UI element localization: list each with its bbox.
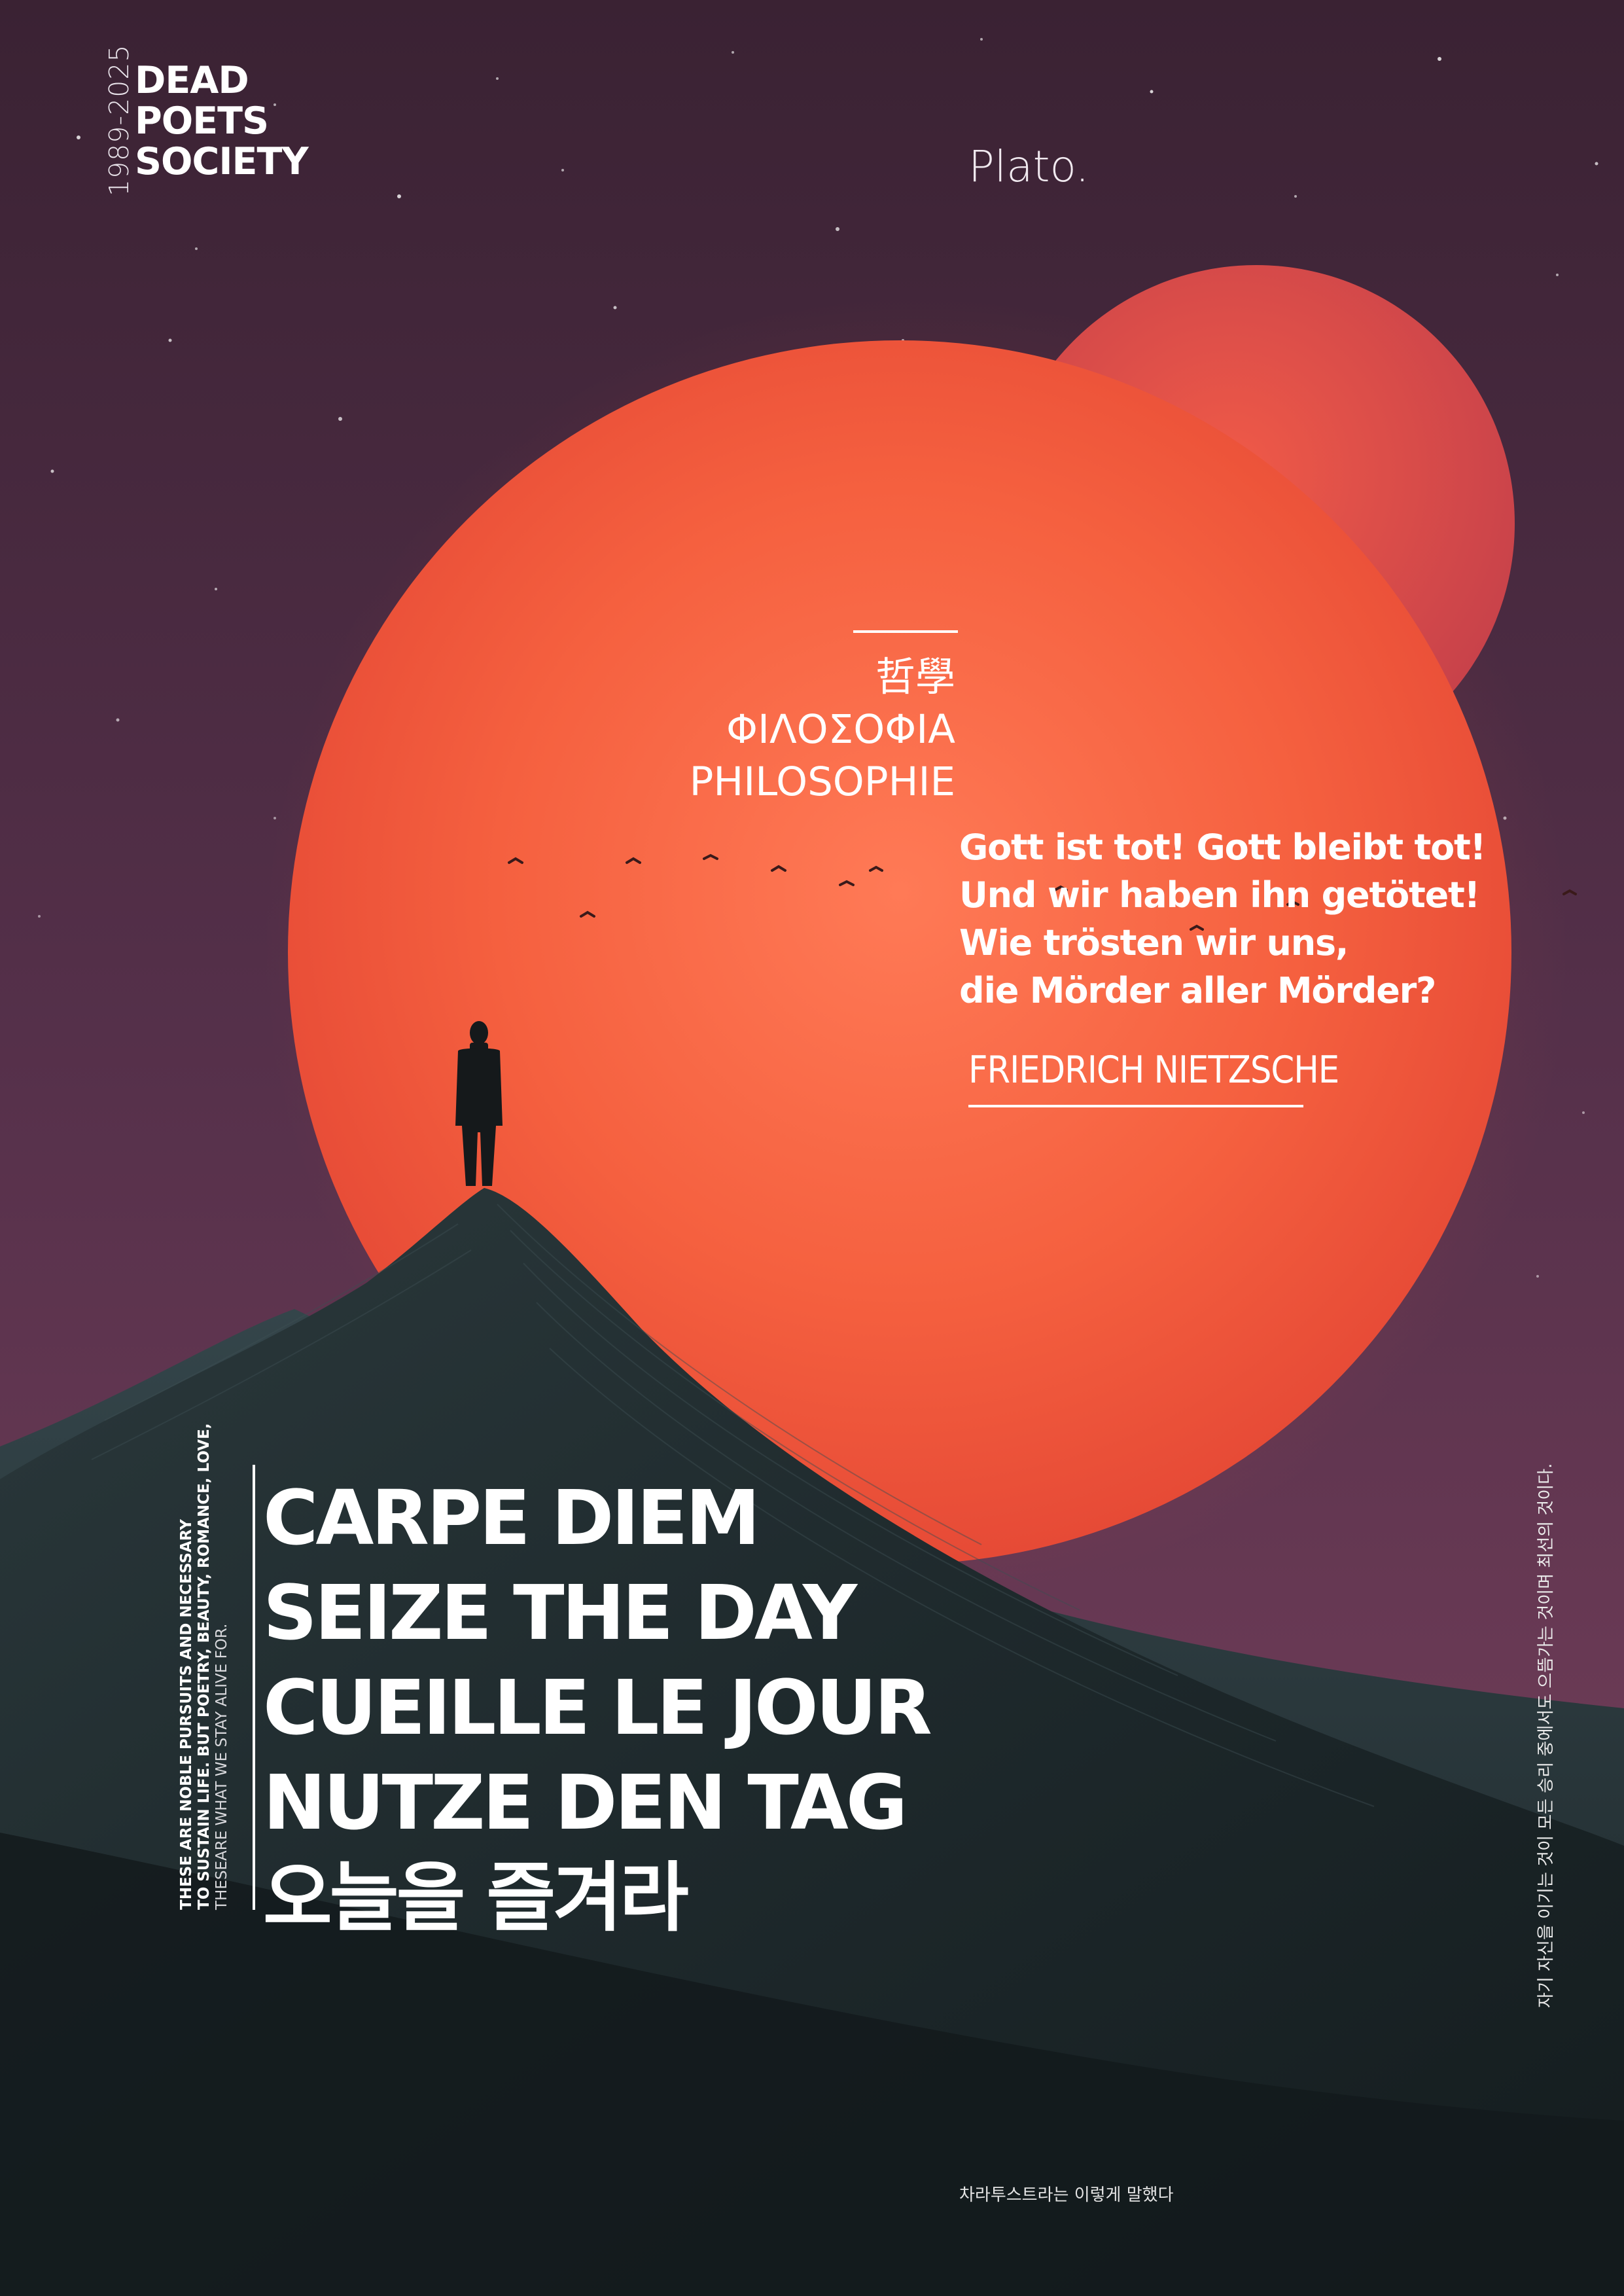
philosophy-rule [853,630,958,633]
side-note-line: THESEARE WHAT WE STAY ALIVE FOR. [213,1623,230,1910]
philosophy-line: ΦΙΛΟΣΟΦΙΑ [726,706,955,753]
nietzsche-quote: Gott ist tot! Gott bleibt tot! Und wir h… [959,823,1486,1014]
carpe-diem-line: CUEILLE LE JOUR [263,1664,932,1752]
quote-line: Gott ist tot! Gott bleibt tot! [959,827,1486,868]
carpe-diem-line: CARPE DIEM [263,1475,760,1562]
poster: 1989-2025 DEAD POETS SOCIETY Plato. 哲學 Φ… [0,0,1624,2296]
year-range-label: 1989-2025 [103,44,135,196]
side-note-right: 자기 자신을 이기는 것이 모든 승리 중에서도 으뜸가는 것이며 최선의 것이… [1536,1463,1556,2008]
society-line: SOCIETY [135,140,309,183]
philosophy-line: PHILOSOPHIE [689,759,955,805]
society-line: POETS [135,99,269,143]
carpe-diem-line: 오늘을 즐겨라 [263,1854,689,1942]
background-scene [0,0,1624,2296]
side-note-left: THESE ARE NOBLE PURSUITS AND NECESSARY T… [178,1423,231,1910]
philosophy-line: 哲學 [875,654,955,700]
quote-line: Und wir haben ihn getötet! [959,874,1480,916]
footer-caption: 차라투스트라는 이렇게 말했다 [959,2185,1174,2205]
carpe-diem-block: CARPE DIEM SEIZE THE DAY CUEILLE LE JOUR… [263,1471,932,1946]
quote-line: die Mörder aller Mörder? [959,970,1436,1011]
carpe-diem-bar [253,1465,255,1910]
carpe-diem-line: SEIZE THE DAY [263,1570,857,1657]
society-line: DEAD [135,59,249,102]
author-name: Plato. [968,141,1089,192]
quote-author: FRIEDRICH NIETZSCHE [968,1049,1339,1092]
quote-line: Wie trösten wir uns, [959,922,1349,963]
philosophy-words: 哲學 ΦΙΛΟΣΟΦΙΑ PHILOSOPHIE [690,651,955,808]
society-title: DEAD POETS SOCIETY [135,59,309,183]
side-note-line: TO SUSTAIN LIFE. BUT POETRY, BEAUTY, ROM… [196,1423,213,1910]
side-note-line: THESE ARE NOBLE PURSUITS AND NECESSARY [178,1519,195,1910]
quote-author-underline [968,1105,1303,1107]
carpe-diem-line: NUTZE DEN TAG [263,1759,908,1847]
